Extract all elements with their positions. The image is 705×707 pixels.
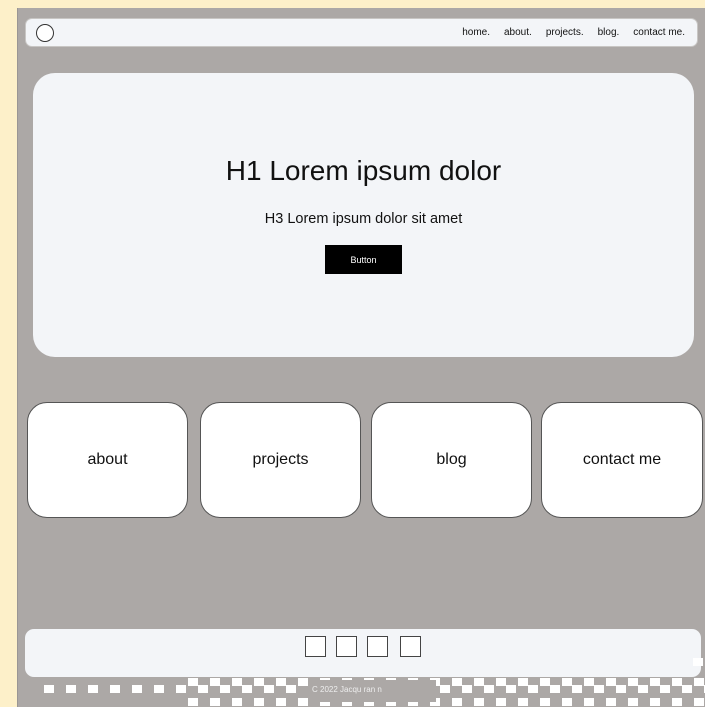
card-label: about	[87, 451, 128, 468]
nav-links: home. about. projects. blog. contact me.	[462, 19, 685, 46]
nav-link-home[interactable]: home.	[462, 27, 490, 38]
social-icon-1[interactable]	[305, 636, 326, 657]
top-navbar: home. about. projects. blog. contact me.	[25, 18, 698, 47]
hero-title: H1 Lorem ipsum dolor	[225, 155, 502, 186]
nav-link-about[interactable]: about.	[504, 27, 532, 38]
card-about[interactable]: about	[27, 402, 188, 518]
card-label: projects	[252, 451, 309, 468]
circle-logo-icon[interactable]	[36, 24, 54, 42]
card-label: blog	[436, 451, 467, 468]
decorative-dots	[693, 658, 705, 666]
nav-link-blog[interactable]: blog.	[598, 27, 620, 38]
hero-subtitle: H3 Lorem ipsum dolor sit amet	[264, 211, 463, 227]
page-frame: home. about. projects. blog. contact me.…	[17, 8, 705, 707]
card-contact-me[interactable]: contact me	[541, 402, 703, 518]
social-icon-2[interactable]	[336, 636, 357, 657]
social-icon-4[interactable]	[400, 636, 421, 657]
hero-section: H1 Lorem ipsum dolor H3 Lorem ipsum dolo…	[33, 73, 694, 357]
card-label: contact me	[582, 451, 662, 468]
footer-copyright: C 2022 Jacqu ran n	[312, 685, 382, 694]
card-blog[interactable]: blog	[371, 402, 532, 518]
nav-link-contact[interactable]: contact me.	[633, 27, 685, 38]
nav-link-projects[interactable]: projects.	[546, 27, 584, 38]
hero-button[interactable]: Button	[325, 245, 402, 274]
footer-bar	[25, 629, 701, 677]
decorative-dots	[188, 698, 705, 706]
social-icon-3[interactable]	[367, 636, 388, 657]
card-projects[interactable]: projects	[200, 402, 361, 518]
